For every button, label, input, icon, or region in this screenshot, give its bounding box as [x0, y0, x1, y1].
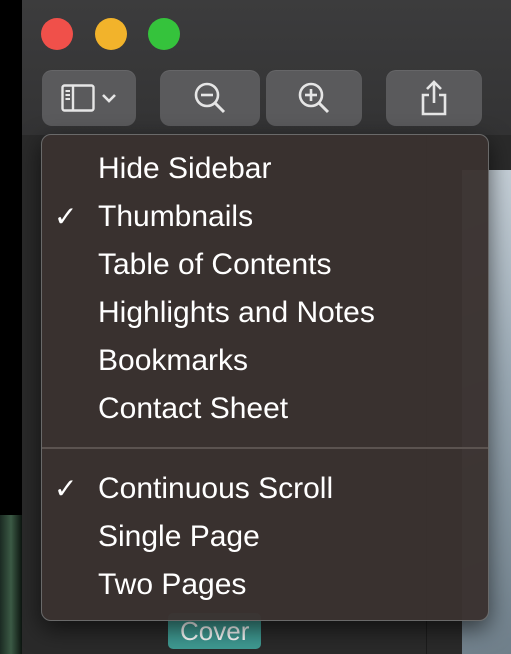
sidebar-view-button[interactable]	[42, 70, 136, 126]
zoom-in-icon	[296, 80, 332, 116]
menu-item-contact-sheet[interactable]: Contact Sheet	[42, 385, 488, 433]
view-menu-dropdown: Hide Sidebar ✓ Thumbnails Table of Conte…	[41, 134, 489, 621]
share-button[interactable]	[386, 70, 482, 126]
menu-item-label: Table of Contents	[98, 248, 332, 281]
menu-item-label: Bookmarks	[98, 344, 249, 377]
menu-item-label: Highlights and Notes	[98, 296, 375, 329]
menu-item-hide-sidebar[interactable]: Hide Sidebar	[42, 145, 488, 193]
menu-item-thumbnails[interactable]: ✓ Thumbnails	[42, 193, 488, 241]
menu-item-label: Contact Sheet	[98, 392, 289, 425]
menu-item-label: Two Pages	[98, 568, 247, 601]
menu-item-table-of-contents[interactable]: Table of Contents	[42, 241, 488, 289]
menu-item-highlights-and-notes[interactable]: Highlights and Notes	[42, 289, 488, 337]
menu-item-continuous-scroll[interactable]: ✓ Continuous Scroll	[42, 465, 488, 513]
chevron-down-icon	[101, 93, 117, 103]
background-image-strip	[0, 515, 22, 654]
menu-item-two-pages[interactable]: Two Pages	[42, 561, 488, 609]
menu-item-single-page[interactable]: Single Page	[42, 513, 488, 561]
zoom-out-button[interactable]	[160, 70, 260, 126]
menu-item-bookmarks[interactable]: Bookmarks	[42, 337, 488, 385]
maximize-button[interactable]	[148, 18, 180, 50]
checkmark-icon: ✓	[54, 473, 78, 504]
menu-item-label: Single Page	[98, 520, 260, 553]
menu-item-label: Thumbnails	[98, 200, 254, 233]
zoom-in-button[interactable]	[266, 70, 362, 126]
checkmark-icon: ✓	[54, 201, 78, 232]
title-bar	[22, 0, 511, 135]
menu-item-label: Continuous Scroll	[98, 472, 334, 505]
menu-separator	[42, 447, 488, 449]
sidebar-icon	[61, 84, 95, 112]
menu-item-label: Hide Sidebar	[98, 152, 272, 185]
minimize-button[interactable]	[95, 18, 127, 50]
zoom-out-icon	[192, 80, 228, 116]
share-icon	[419, 79, 449, 117]
close-button[interactable]	[41, 18, 73, 50]
